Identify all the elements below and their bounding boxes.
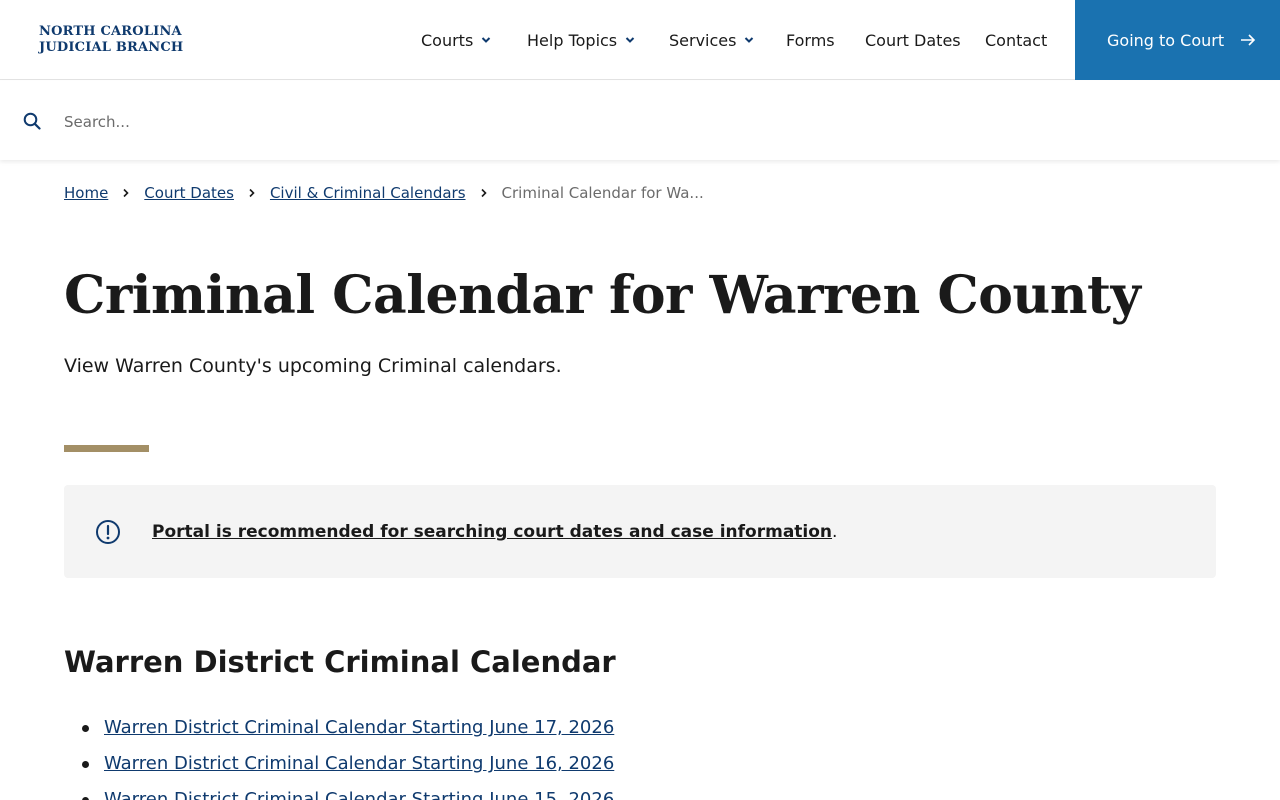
breadcrumb-civil-criminal-calendars[interactable]: Civil & Criminal Calendars bbox=[270, 184, 466, 202]
calendar-list: Warren District Criminal Calendar Starti… bbox=[81, 714, 614, 800]
calendar-link[interactable]: Warren District Criminal Calendar Starti… bbox=[104, 753, 614, 774]
nav-court-dates-label: Court Dates bbox=[865, 30, 961, 50]
search-input[interactable] bbox=[64, 105, 1244, 139]
nav-services[interactable]: Services bbox=[669, 0, 754, 80]
page-subtitle: View Warren County's upcoming Criminal c… bbox=[64, 355, 562, 377]
nav-help-topics-label: Help Topics bbox=[527, 30, 618, 50]
chevron-right-icon bbox=[123, 188, 129, 198]
nav-forms[interactable]: Forms bbox=[786, 0, 835, 80]
logo-line-2: JUDICIAL BRANCH bbox=[39, 40, 184, 55]
arrow-right-icon bbox=[1241, 34, 1256, 46]
chevron-down-icon bbox=[625, 37, 635, 43]
chevron-right-icon bbox=[249, 188, 255, 198]
nav-contact-label: Contact bbox=[985, 30, 1048, 50]
chevron-down-icon bbox=[745, 37, 754, 43]
alert-message: Portal is recommended for searching cour… bbox=[152, 519, 837, 545]
logo-line-1: NORTH CAROLINA bbox=[39, 24, 182, 39]
breadcrumb-home[interactable]: Home bbox=[64, 184, 108, 202]
portal-alert: Portal is recommended for searching cour… bbox=[64, 485, 1216, 578]
calendar-link[interactable]: Warren District Criminal Calendar Starti… bbox=[104, 717, 614, 738]
nav-courts-label: Courts bbox=[421, 30, 474, 50]
list-item: Warren District Criminal Calendar Starti… bbox=[81, 750, 614, 786]
search-icon[interactable] bbox=[23, 112, 41, 130]
nav-help-topics[interactable]: Help Topics bbox=[527, 0, 635, 80]
breadcrumb-court-dates[interactable]: Court Dates bbox=[144, 184, 234, 202]
nav-courts[interactable]: Courts bbox=[421, 0, 491, 80]
breadcrumb-current: Criminal Calendar for Wa... bbox=[501, 184, 704, 202]
alert-suffix: . bbox=[832, 522, 838, 542]
calendar-link[interactable]: Warren District Criminal Calendar Starti… bbox=[104, 789, 614, 800]
breadcrumb: Home Court Dates Civil & Criminal Calend… bbox=[64, 182, 704, 204]
list-item: Warren District Criminal Calendar Starti… bbox=[81, 714, 614, 750]
portal-link[interactable]: Portal is recommended for searching cour… bbox=[152, 522, 832, 542]
nav-court-dates[interactable]: Court Dates bbox=[865, 0, 961, 80]
nav-contact[interactable]: Contact bbox=[985, 0, 1047, 80]
chevron-right-icon bbox=[480, 188, 487, 198]
search-bar bbox=[0, 81, 1280, 160]
chevron-down-icon bbox=[482, 37, 491, 43]
list-item: Warren District Criminal Calendar Starti… bbox=[81, 786, 614, 800]
nav-services-label: Services bbox=[669, 30, 737, 50]
going-to-court-button[interactable]: Going to Court bbox=[1075, 0, 1280, 80]
site-header: NORTH CAROLINA JUDICIAL BRANCH Courts He… bbox=[0, 0, 1280, 80]
nav-forms-label: Forms bbox=[786, 30, 835, 50]
page-title: Criminal Calendar for Warren County bbox=[64, 265, 1141, 326]
site-logo[interactable]: NORTH CAROLINA JUDICIAL BRANCH bbox=[39, 24, 199, 56]
accent-divider bbox=[64, 445, 149, 452]
going-to-court-label: Going to Court bbox=[1107, 30, 1225, 50]
section-title: Warren District Criminal Calendar bbox=[64, 645, 616, 679]
exclamation-circle-icon bbox=[96, 520, 120, 544]
